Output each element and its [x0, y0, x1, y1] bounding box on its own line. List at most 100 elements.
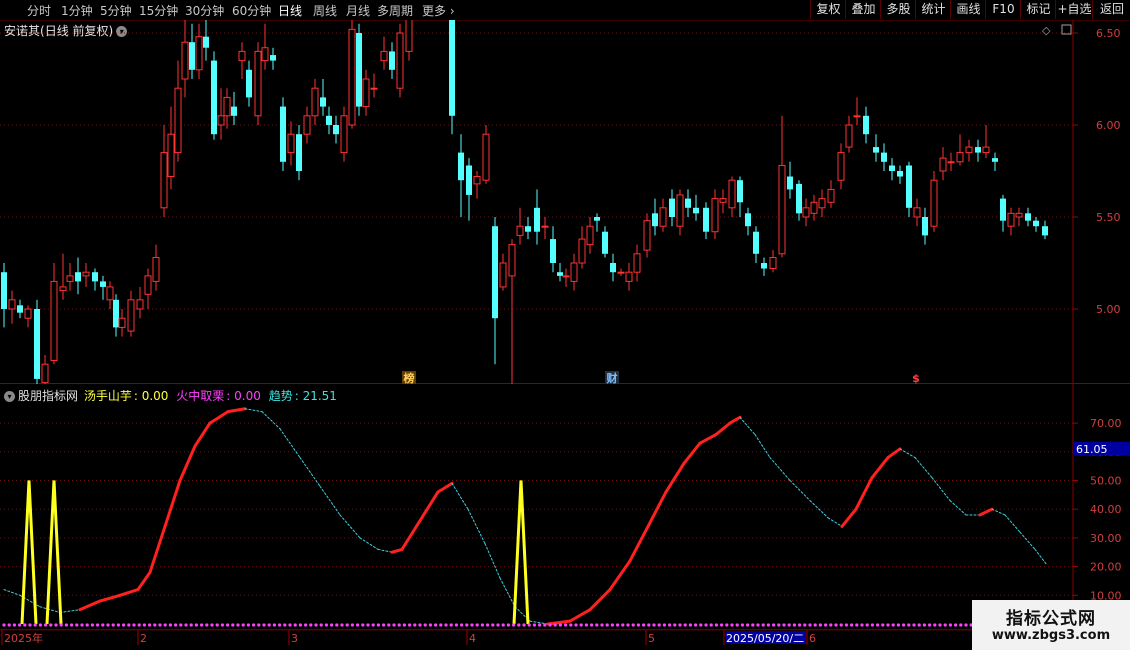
- candle-body-37: [287, 133, 295, 154]
- period-tab-3[interactable]: 15分钟: [139, 2, 178, 19]
- baseline-dot: [709, 623, 713, 627]
- baseline-dot: [532, 623, 537, 627]
- trend-seg-51: [870, 456, 890, 480]
- baseline-dot: [444, 623, 448, 627]
- baseline-dot: [132, 623, 136, 627]
- toolbar-button-0[interactable]: 复权: [810, 0, 846, 19]
- panel-icon: [1061, 24, 1072, 35]
- candle-body-33: [254, 50, 262, 117]
- period-tab-2[interactable]: 5分钟: [100, 2, 132, 19]
- candle-body-58: [449, 20, 455, 116]
- candle-body-107: [853, 115, 861, 118]
- period-tab-4[interactable]: 30分钟: [185, 2, 224, 19]
- candle-body-9: [75, 272, 81, 282]
- candle-body-101: [802, 207, 810, 218]
- baseline-dot: [652, 623, 656, 627]
- candle-body-25: [195, 36, 203, 71]
- baseline-dot: [75, 623, 79, 627]
- watermark-title: 指标公式网: [1006, 609, 1096, 629]
- candle-body-72: [562, 275, 570, 278]
- trend-seg-42: [728, 415, 742, 425]
- candle-body-95: [753, 231, 759, 254]
- period-tab-9[interactable]: 多周期: [377, 2, 413, 19]
- candle-body-16: [127, 299, 135, 332]
- baseline-dot: [111, 623, 115, 627]
- baseline-dot: [595, 623, 599, 627]
- toolbar-button-6[interactable]: 标记: [1020, 0, 1056, 19]
- toolbar-button-7[interactable]: +自选: [1055, 0, 1093, 19]
- baseline-dot: [933, 623, 937, 627]
- candle-body-123: [992, 158, 998, 162]
- baseline-dot: [756, 623, 760, 627]
- toolbar-button-8[interactable]: 返回: [1092, 0, 1130, 19]
- baseline-dot: [231, 623, 235, 627]
- period-tab-5[interactable]: 60分钟: [232, 2, 271, 19]
- indicator-chart[interactable]: 70.0060.0050.0040.0030.0020.0010.0061.05…: [0, 384, 1130, 650]
- candle-body-44: [340, 115, 348, 154]
- baseline-dot: [402, 623, 406, 627]
- baseline-dot: [865, 623, 869, 627]
- candle-body-1: [8, 299, 16, 310]
- baseline-dot: [569, 623, 573, 627]
- baseline-dot: [127, 623, 131, 627]
- candle-body-3: [24, 308, 32, 319]
- trend-seg-34: [588, 588, 612, 612]
- baseline-dot: [605, 623, 609, 627]
- candle-body-108: [863, 115, 869, 135]
- baseline-dot: [38, 623, 43, 627]
- candle-body-49: [380, 50, 388, 62]
- candle-body-31: [238, 50, 246, 62]
- period-tab-8[interactable]: 月线: [346, 2, 370, 19]
- baseline-dot: [70, 623, 74, 627]
- trend-seg-15: [261, 411, 281, 430]
- toolbar-button-1[interactable]: 叠加: [845, 0, 881, 19]
- candle-body-30: [231, 106, 237, 116]
- baseline-dot: [23, 623, 27, 627]
- baseline-dot: [506, 623, 510, 627]
- trend-seg-45: [769, 457, 791, 481]
- baseline-dot: [44, 623, 48, 627]
- baseline-dot: [356, 623, 360, 627]
- baseline-dot: [543, 623, 547, 627]
- period-tab-10[interactable]: 更多 ›: [422, 2, 455, 19]
- trend-seg-27: [467, 508, 486, 545]
- toolbar-button-5[interactable]: F10: [985, 0, 1021, 19]
- candlestick-chart[interactable]: 7.507.006.506.005.505.004.50◇7.934.37榜财$: [0, 20, 1130, 384]
- baseline-dot: [278, 623, 282, 627]
- baseline-dot: [345, 623, 349, 627]
- x-label-2: 3: [291, 632, 298, 645]
- period-tab-7[interactable]: 周线: [313, 2, 337, 19]
- baseline-dot: [397, 623, 401, 627]
- trend-seg-24: [418, 490, 440, 523]
- trend-seg-37: [646, 490, 668, 528]
- baseline-dot: [226, 623, 230, 627]
- y-tick-label-5: 5.00: [1096, 303, 1121, 316]
- baseline-dot: [366, 623, 370, 627]
- y-tick-label-2: 6.50: [1096, 27, 1121, 40]
- toolbar-button-4[interactable]: 画线: [950, 0, 986, 19]
- candle-body-15: [118, 317, 126, 328]
- candle-body-26: [203, 36, 209, 48]
- baseline-dot: [673, 623, 677, 627]
- baseline-dot: [246, 623, 250, 627]
- baseline-dot: [621, 623, 625, 627]
- baseline-dot: [870, 623, 875, 627]
- period-tab-1[interactable]: 1分钟: [61, 2, 93, 19]
- candle-body-85: [669, 198, 675, 217]
- candle-body-73: [570, 262, 578, 282]
- baseline-dot: [80, 623, 84, 627]
- diamond-icon: ◇: [1042, 24, 1051, 37]
- baseline-dot: [948, 623, 953, 627]
- candle-body-69: [541, 225, 549, 228]
- baseline-dot: [330, 623, 334, 627]
- baseline-dot: [938, 623, 942, 627]
- baseline-dot: [148, 623, 152, 627]
- baseline-dot: [460, 623, 464, 627]
- toolbar-button-2[interactable]: 多股: [880, 0, 916, 19]
- period-tab-6[interactable]: 日线: [278, 2, 302, 19]
- baseline-dot: [96, 623, 100, 627]
- candle-body-94: [745, 213, 751, 227]
- period-tab-0[interactable]: 分时: [27, 2, 51, 19]
- baseline-dot: [350, 623, 354, 627]
- toolbar-button-3[interactable]: 统计: [915, 0, 951, 19]
